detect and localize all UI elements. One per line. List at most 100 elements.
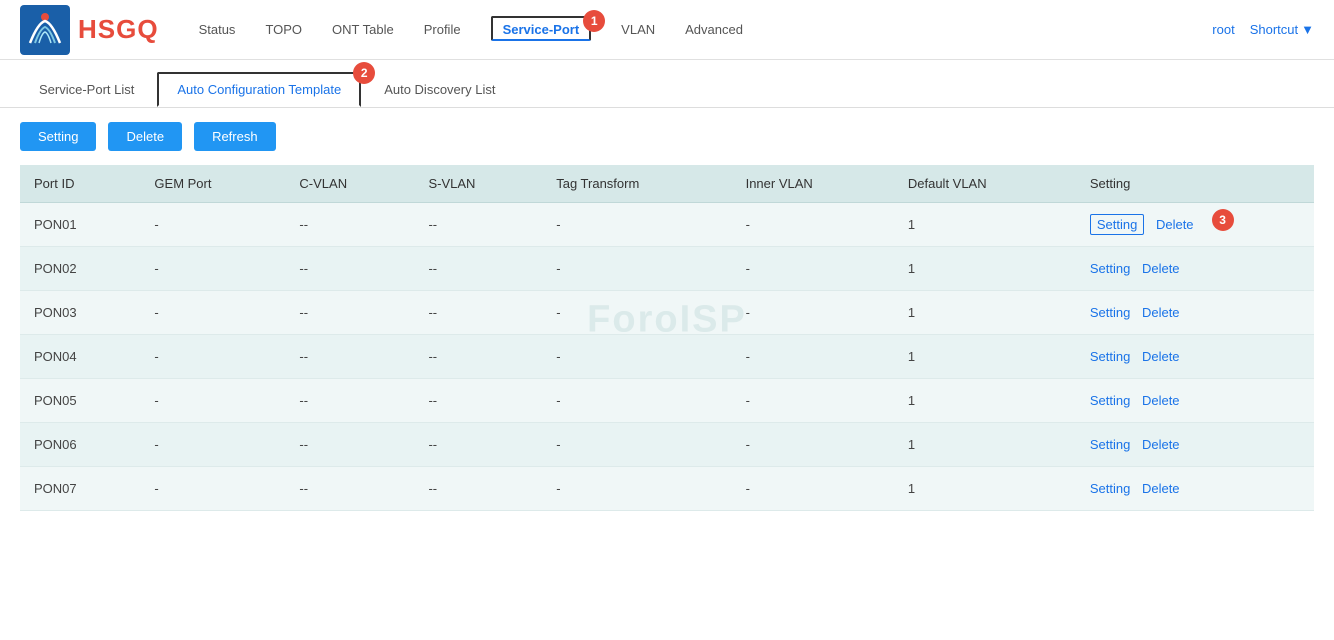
cell-tag-transform: -: [542, 247, 731, 291]
cell-default-vlan: 1: [894, 203, 1076, 247]
cell-s-vlan: --: [414, 291, 542, 335]
table-row: PON02 - -- -- - - 1 Setting Delete: [20, 247, 1314, 291]
cell-actions: Setting Delete: [1076, 247, 1314, 291]
nav-advanced[interactable]: Advanced: [685, 18, 743, 41]
row-setting-link[interactable]: Setting: [1090, 437, 1130, 452]
col-c-vlan: C-VLAN: [285, 165, 414, 203]
cell-gem-port: -: [140, 335, 285, 379]
cell-actions: Setting Delete: [1076, 467, 1314, 511]
row-delete-link[interactable]: Delete: [1142, 349, 1180, 364]
cell-gem-port: -: [140, 423, 285, 467]
col-s-vlan: S-VLAN: [414, 165, 542, 203]
cell-s-vlan: --: [414, 379, 542, 423]
row-delete-link[interactable]: Delete: [1142, 393, 1180, 408]
table-row: PON03 - -- -- - - 1 Setting Delete: [20, 291, 1314, 335]
col-gem-port: GEM Port: [140, 165, 285, 203]
cell-default-vlan: 1: [894, 335, 1076, 379]
cell-gem-port: -: [140, 379, 285, 423]
row-delete-link[interactable]: Delete: [1142, 261, 1180, 276]
cell-inner-vlan: -: [732, 467, 894, 511]
nav-vlan[interactable]: VLAN: [621, 18, 655, 41]
col-tag-transform: Tag Transform: [542, 165, 731, 203]
logo-area: HSGQ: [20, 5, 159, 55]
nav-badge-1: 1: [583, 10, 605, 32]
cell-default-vlan: 1: [894, 423, 1076, 467]
col-inner-vlan: Inner VLAN: [732, 165, 894, 203]
cell-tag-transform: -: [542, 423, 731, 467]
row-setting-link[interactable]: Setting: [1090, 214, 1144, 235]
nav-service-port[interactable]: Service-Port: [491, 16, 592, 41]
row-delete-link[interactable]: Delete: [1142, 305, 1180, 320]
cell-c-vlan: --: [285, 247, 414, 291]
row-badge-3: 3: [1212, 209, 1234, 231]
cell-s-vlan: --: [414, 203, 542, 247]
setting-button[interactable]: Setting: [20, 122, 96, 151]
nav-user[interactable]: root: [1212, 22, 1234, 37]
tab-auto-config-container: Auto Configuration Template 2: [157, 72, 361, 107]
row-delete-link[interactable]: Delete: [1142, 481, 1180, 496]
row-setting-link[interactable]: Setting: [1090, 261, 1130, 276]
nav-service-port-container: Service-Port 1: [491, 22, 592, 37]
cell-inner-vlan: -: [732, 423, 894, 467]
cell-gem-port: -: [140, 247, 285, 291]
cell-port-id: PON07: [20, 467, 140, 511]
tab-service-port-list[interactable]: Service-Port List: [20, 73, 153, 106]
cell-c-vlan: --: [285, 467, 414, 511]
row-setting-link[interactable]: Setting: [1090, 393, 1130, 408]
tabs-bar: Service-Port List Auto Configuration Tem…: [0, 60, 1334, 108]
nav-ont-table[interactable]: ONT Table: [332, 18, 394, 41]
tab-auto-configuration-template[interactable]: Auto Configuration Template: [157, 72, 361, 107]
cell-default-vlan: 1: [894, 291, 1076, 335]
nav-right: root Shortcut ▼: [1212, 22, 1314, 37]
cell-inner-vlan: -: [732, 203, 894, 247]
row-setting-link[interactable]: Setting: [1090, 481, 1130, 496]
cell-port-id: PON01: [20, 203, 140, 247]
cell-c-vlan: --: [285, 379, 414, 423]
cell-port-id: PON05: [20, 379, 140, 423]
logo-text: HSGQ: [78, 14, 159, 45]
cell-default-vlan: 1: [894, 247, 1076, 291]
cell-inner-vlan: -: [732, 335, 894, 379]
table-row: PON01 - -- -- - - 1 Setting Delete 3: [20, 203, 1314, 247]
cell-tag-transform: -: [542, 379, 731, 423]
nav-status[interactable]: Status: [199, 18, 236, 41]
nav-profile[interactable]: Profile: [424, 18, 461, 41]
logo-icon: [20, 5, 70, 55]
cell-inner-vlan: -: [732, 379, 894, 423]
cell-s-vlan: --: [414, 335, 542, 379]
cell-port-id: PON06: [20, 423, 140, 467]
table-header-row: Port ID GEM Port C-VLAN S-VLAN Tag Trans…: [20, 165, 1314, 203]
table-row: PON05 - -- -- - - 1 Setting Delete: [20, 379, 1314, 423]
delete-button[interactable]: Delete: [108, 122, 182, 151]
cell-actions: Setting Delete: [1076, 291, 1314, 335]
col-port-id: Port ID: [20, 165, 140, 203]
cell-tag-transform: -: [542, 467, 731, 511]
nav-shortcut[interactable]: Shortcut ▼: [1250, 22, 1314, 37]
header: HSGQ Status TOPO ONT Table Profile Servi…: [0, 0, 1334, 60]
row-delete-link[interactable]: Delete: [1142, 437, 1180, 452]
table-row: PON06 - -- -- - - 1 Setting Delete: [20, 423, 1314, 467]
row-delete-link[interactable]: Delete: [1156, 217, 1194, 232]
table-row: PON04 - -- -- - - 1 Setting Delete: [20, 335, 1314, 379]
nav-topo[interactable]: TOPO: [265, 18, 302, 41]
cell-inner-vlan: -: [732, 291, 894, 335]
cell-s-vlan: --: [414, 467, 542, 511]
row-setting-link[interactable]: Setting: [1090, 305, 1130, 320]
cell-default-vlan: 1: [894, 467, 1076, 511]
table-row: PON07 - -- -- - - 1 Setting Delete: [20, 467, 1314, 511]
cell-s-vlan: --: [414, 247, 542, 291]
refresh-button[interactable]: Refresh: [194, 122, 276, 151]
cell-inner-vlan: -: [732, 247, 894, 291]
data-table: Port ID GEM Port C-VLAN S-VLAN Tag Trans…: [20, 165, 1314, 511]
cell-actions: Setting Delete: [1076, 423, 1314, 467]
toolbar: Setting Delete Refresh: [0, 108, 1334, 165]
cell-actions: Setting Delete: [1076, 335, 1314, 379]
cell-default-vlan: 1: [894, 379, 1076, 423]
table-container: Port ID GEM Port C-VLAN S-VLAN Tag Trans…: [0, 165, 1334, 511]
cell-c-vlan: --: [285, 291, 414, 335]
tab-auto-discovery-list[interactable]: Auto Discovery List: [365, 73, 514, 106]
cell-tag-transform: -: [542, 335, 731, 379]
cell-s-vlan: --: [414, 423, 542, 467]
row-setting-link[interactable]: Setting: [1090, 349, 1130, 364]
cell-gem-port: -: [140, 291, 285, 335]
